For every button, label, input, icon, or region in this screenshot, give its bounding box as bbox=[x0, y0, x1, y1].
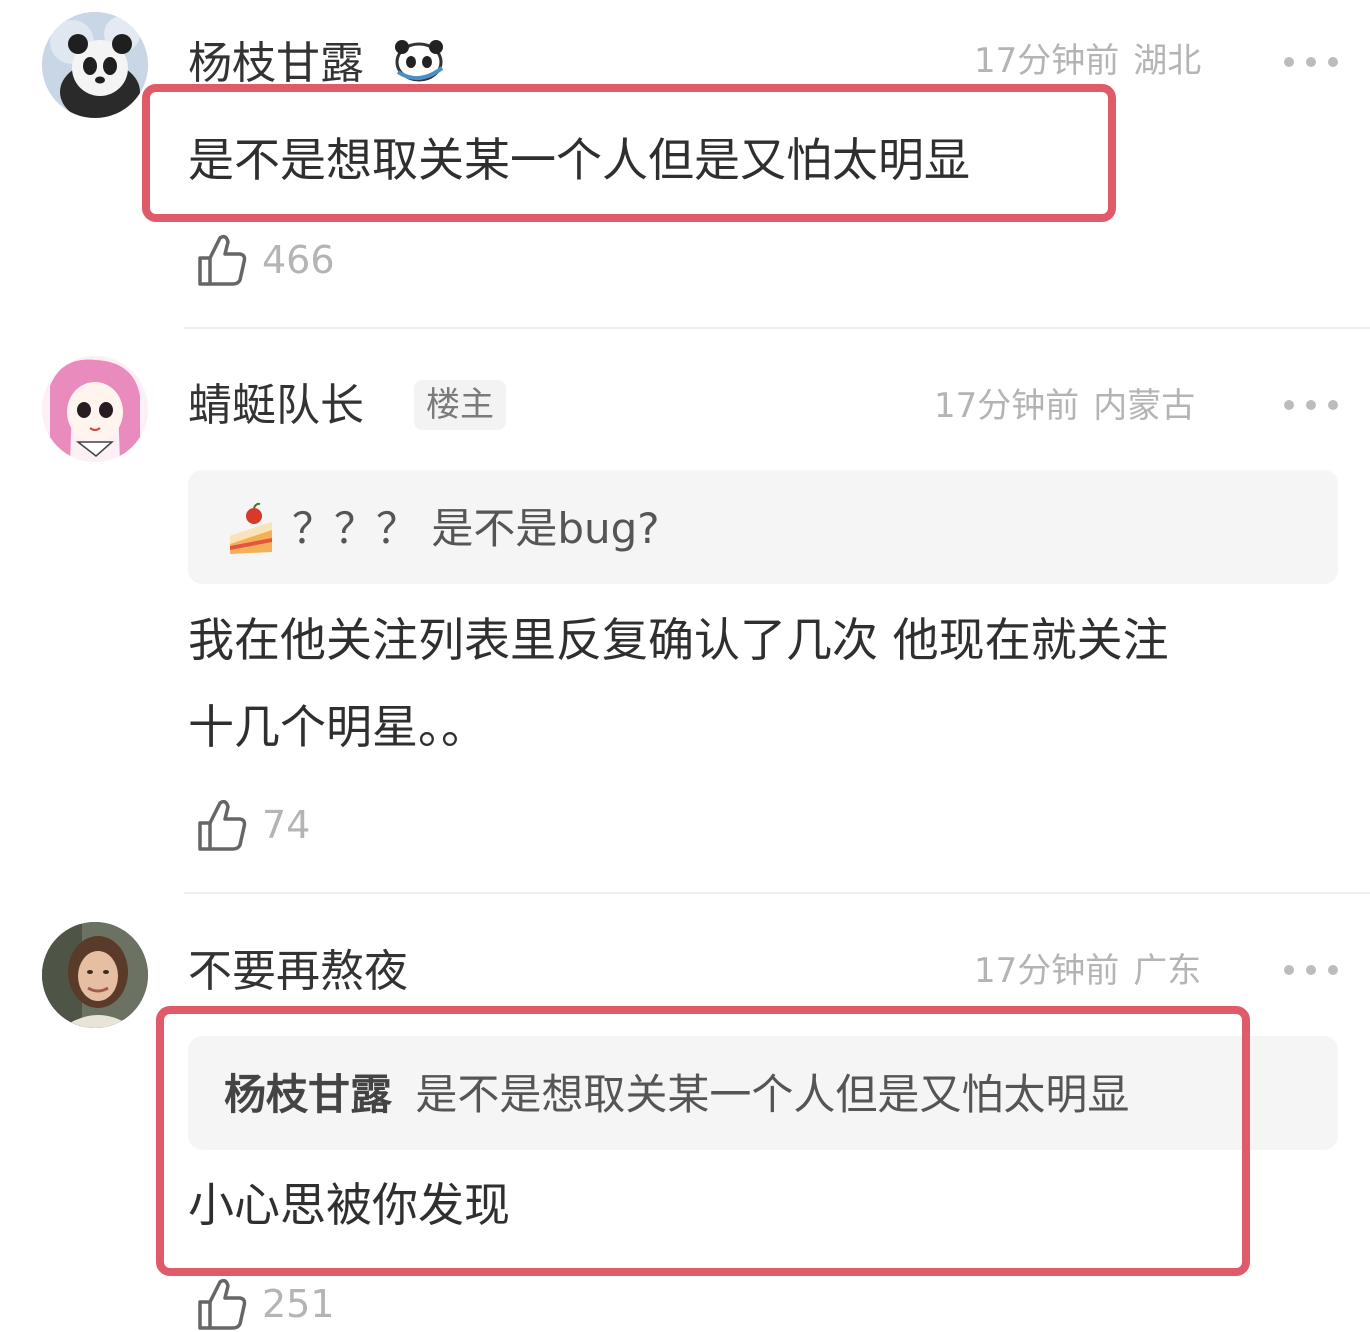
timestamp: 17分钟前 bbox=[974, 951, 1120, 991]
username[interactable]: 杨枝甘露 bbox=[188, 38, 446, 86]
timestamp: 17分钟前 bbox=[974, 41, 1120, 81]
thumbs-up-icon bbox=[198, 799, 247, 851]
location: 湖北 bbox=[1133, 41, 1202, 81]
like-count: 74 bbox=[262, 803, 311, 847]
divider bbox=[184, 327, 1370, 329]
location: 广东 bbox=[1133, 951, 1202, 991]
like-button[interactable]: 74 bbox=[196, 797, 310, 853]
like-count: 251 bbox=[262, 1282, 335, 1326]
comment-meta: 17分钟前 内蒙古 bbox=[934, 389, 1195, 423]
avatar-pink-girl[interactable] bbox=[42, 356, 148, 462]
thumbs-up-icon bbox=[198, 1278, 247, 1330]
username[interactable]: 蜻蜓队长 bbox=[188, 384, 364, 428]
more-dots-icon[interactable] bbox=[1284, 399, 1338, 411]
comment-text-line-1: 我在他关注列表里反复确认了几次 他现在就关注 bbox=[188, 613, 1169, 667]
timestamp: 17分钟前 bbox=[934, 386, 1080, 426]
like-button[interactable]: 251 bbox=[196, 1276, 335, 1332]
comment-meta: 17分钟前 广东 bbox=[974, 954, 1201, 988]
username[interactable]: 不要再熬夜 bbox=[188, 950, 408, 994]
panda-emoji-icon bbox=[395, 40, 444, 82]
avatar-panda[interactable] bbox=[42, 12, 148, 118]
quoted-text: ？？？ 是不是bug? bbox=[292, 504, 660, 553]
quoted-reply[interactable]: ？？？ 是不是bug? bbox=[188, 470, 1338, 584]
comment-meta: 17分钟前 湖北 bbox=[974, 44, 1201, 78]
pink-girl-avatar-image bbox=[42, 356, 148, 462]
panda-avatar-image bbox=[42, 12, 148, 118]
more-dots-icon[interactable] bbox=[1284, 56, 1338, 68]
author-badge: 楼主 bbox=[414, 380, 506, 430]
woman-avatar-image bbox=[42, 922, 148, 1028]
highlight-frame bbox=[156, 1006, 1250, 1276]
like-count: 466 bbox=[262, 238, 335, 282]
avatar-woman[interactable] bbox=[42, 922, 148, 1028]
comment-text-line-2: 十几个明星。。 bbox=[188, 700, 487, 754]
divider bbox=[184, 892, 1370, 894]
location: 内蒙古 bbox=[1093, 386, 1196, 426]
more-dots-icon[interactable] bbox=[1284, 964, 1338, 976]
highlight-frame bbox=[142, 84, 1116, 222]
like-button[interactable]: 466 bbox=[196, 232, 335, 288]
thumbs-up-icon bbox=[198, 234, 247, 286]
cake-emoji-icon bbox=[230, 502, 272, 554]
